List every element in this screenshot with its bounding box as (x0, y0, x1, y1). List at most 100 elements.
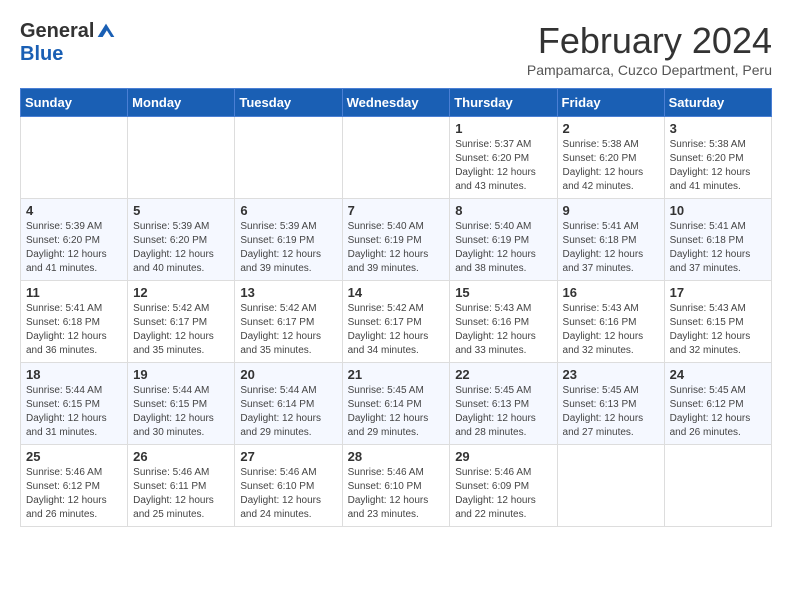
calendar-cell: 5 Sunrise: 5:39 AM Sunset: 6:20 PM Daylig… (128, 199, 235, 281)
day-info: Sunrise: 5:39 AM Sunset: 6:20 PM Dayligh… (133, 220, 229, 276)
calendar-cell: 3 Sunrise: 5:38 AM Sunset: 6:20 PM Daylig… (664, 117, 771, 199)
day-number: 25 (26, 449, 122, 464)
calendar-cell: 14 Sunrise: 5:42 AM Sunset: 6:17 PM Dayli… (342, 281, 450, 363)
day-info: Sunrise: 5:41 AM Sunset: 6:18 PM Dayligh… (26, 302, 122, 358)
calendar-cell (21, 117, 128, 199)
calendar-cell: 7Sunrise: 5:40 AM Sunset: 6:19 PM Daylig… (342, 199, 450, 281)
day-info: Sunrise: 5:41 AM Sunset: 6:18 PM Dayligh… (563, 220, 659, 276)
day-info: Sunrise: 5:43 AM Sunset: 6:16 PM Dayligh… (563, 302, 659, 358)
day-number: 17 (670, 285, 766, 300)
day-info: Sunrise: 5:45 AM Sunset: 6:14 PM Dayligh… (348, 384, 445, 440)
day-number: 21 (348, 367, 445, 382)
calendar-cell: 22Sunrise: 5:45 AM Sunset: 6:13 PM Dayli… (450, 363, 557, 445)
day-info: Sunrise: 5:38 AM Sunset: 6:20 PM Dayligh… (670, 138, 766, 194)
calendar-cell: 28 Sunrise: 5:46 AM Sunset: 6:10 PM Dayli… (342, 445, 450, 527)
day-info: Sunrise: 5:43 AM Sunset: 6:16 PM Dayligh… (455, 302, 551, 358)
day-number: 18 (26, 367, 122, 382)
day-number: 14 (348, 285, 445, 300)
day-number: 19 (133, 367, 229, 382)
calendar-cell: 12Sunrise: 5:42 AM Sunset: 6:17 PM Dayli… (128, 281, 235, 363)
day-info: Sunrise: 5:42 AM Sunset: 6:17 PM Dayligh… (240, 302, 336, 358)
weekday-header-friday: Friday (557, 89, 664, 117)
calendar-cell: 21 Sunrise: 5:45 AM Sunset: 6:14 PM Dayli… (342, 363, 450, 445)
calendar-cell: 19 Sunrise: 5:44 AM Sunset: 6:15 PM Dayli… (128, 363, 235, 445)
page-header: General Blue February 2024 Pampamarca, C… (20, 20, 772, 78)
calendar-week-3: 11 Sunrise: 5:41 AM Sunset: 6:18 PM Dayli… (21, 281, 772, 363)
day-number: 13 (240, 285, 336, 300)
day-info: Sunrise: 5:41 AM Sunset: 6:18 PM Dayligh… (670, 220, 766, 276)
weekday-header-sunday: Sunday (21, 89, 128, 117)
day-number: 2 (563, 121, 659, 136)
day-info: Sunrise: 5:44 AM Sunset: 6:15 PM Dayligh… (26, 384, 122, 440)
day-info: Sunrise: 5:38 AM Sunset: 6:20 PM Dayligh… (563, 138, 659, 194)
calendar-cell: 2 Sunrise: 5:38 AM Sunset: 6:20 PM Daylig… (557, 117, 664, 199)
month-title: February 2024 (527, 20, 772, 62)
weekday-header-monday: Monday (128, 89, 235, 117)
calendar-cell: 26 Sunrise: 5:46 AM Sunset: 6:11 PM Dayli… (128, 445, 235, 527)
day-info: Sunrise: 5:46 AM Sunset: 6:10 PM Dayligh… (240, 466, 336, 522)
calendar-cell: 6 Sunrise: 5:39 AM Sunset: 6:19 PM Daylig… (235, 199, 342, 281)
calendar-cell: 27Sunrise: 5:46 AM Sunset: 6:10 PM Dayli… (235, 445, 342, 527)
calendar-cell: 10Sunrise: 5:41 AM Sunset: 6:18 PM Dayli… (664, 199, 771, 281)
calendar-cell: 16 Sunrise: 5:43 AM Sunset: 6:16 PM Dayli… (557, 281, 664, 363)
day-info: Sunrise: 5:46 AM Sunset: 6:09 PM Dayligh… (455, 466, 551, 522)
day-number: 5 (133, 203, 229, 218)
location: Pampamarca, Cuzco Department, Peru (527, 62, 772, 78)
logo-general: General (20, 20, 94, 43)
day-info: Sunrise: 5:45 AM Sunset: 6:13 PM Dayligh… (563, 384, 659, 440)
day-info: Sunrise: 5:43 AM Sunset: 6:15 PM Dayligh… (670, 302, 766, 358)
calendar-cell: 11 Sunrise: 5:41 AM Sunset: 6:18 PM Dayli… (21, 281, 128, 363)
day-info: Sunrise: 5:44 AM Sunset: 6:14 PM Dayligh… (240, 384, 336, 440)
calendar-cell (128, 117, 235, 199)
day-number: 26 (133, 449, 229, 464)
weekday-header-row: SundayMondayTuesdayWednesdayThursdayFrid… (21, 89, 772, 117)
weekday-header-wednesday: Wednesday (342, 89, 450, 117)
day-number: 29 (455, 449, 551, 464)
calendar-cell: 4 Sunrise: 5:39 AM Sunset: 6:20 PM Daylig… (21, 199, 128, 281)
calendar-cell: 25 Sunrise: 5:46 AM Sunset: 6:12 PM Dayli… (21, 445, 128, 527)
calendar-cell (342, 117, 450, 199)
day-info: Sunrise: 5:44 AM Sunset: 6:15 PM Dayligh… (133, 384, 229, 440)
calendar-cell (557, 445, 664, 527)
calendar-week-4: 18 Sunrise: 5:44 AM Sunset: 6:15 PM Dayli… (21, 363, 772, 445)
weekday-header-saturday: Saturday (664, 89, 771, 117)
day-number: 4 (26, 203, 122, 218)
calendar-cell: 18 Sunrise: 5:44 AM Sunset: 6:15 PM Dayli… (21, 363, 128, 445)
day-number: 8 (455, 203, 551, 218)
calendar-cell: 24 Sunrise: 5:45 AM Sunset: 6:12 PM Dayli… (664, 363, 771, 445)
calendar-cell (235, 117, 342, 199)
day-info: Sunrise: 5:46 AM Sunset: 6:12 PM Dayligh… (26, 466, 122, 522)
day-info: Sunrise: 5:42 AM Sunset: 6:17 PM Dayligh… (133, 302, 229, 358)
day-number: 9 (563, 203, 659, 218)
day-number: 3 (670, 121, 766, 136)
day-number: 24 (670, 367, 766, 382)
calendar-week-5: 25 Sunrise: 5:46 AM Sunset: 6:12 PM Dayli… (21, 445, 772, 527)
day-number: 1 (455, 121, 551, 136)
day-number: 6 (240, 203, 336, 218)
day-number: 11 (26, 285, 122, 300)
day-info: Sunrise: 5:39 AM Sunset: 6:20 PM Dayligh… (26, 220, 122, 276)
calendar-cell: 23 Sunrise: 5:45 AM Sunset: 6:13 PM Dayli… (557, 363, 664, 445)
calendar-cell: 15 Sunrise: 5:43 AM Sunset: 6:16 PM Dayli… (450, 281, 557, 363)
calendar-cell: 17 Sunrise: 5:43 AM Sunset: 6:15 PM Dayli… (664, 281, 771, 363)
day-number: 15 (455, 285, 551, 300)
logo-blue: Blue (20, 43, 63, 66)
day-number: 23 (563, 367, 659, 382)
calendar-cell: 8Sunrise: 5:40 AM Sunset: 6:19 PM Daylig… (450, 199, 557, 281)
day-info: Sunrise: 5:46 AM Sunset: 6:11 PM Dayligh… (133, 466, 229, 522)
day-number: 28 (348, 449, 445, 464)
day-info: Sunrise: 5:45 AM Sunset: 6:12 PM Dayligh… (670, 384, 766, 440)
logo: General Blue (20, 20, 116, 66)
calendar-table: SundayMondayTuesdayWednesdayThursdayFrid… (20, 88, 772, 527)
calendar-cell: 29 Sunrise: 5:46 AM Sunset: 6:09 PM Dayli… (450, 445, 557, 527)
day-info: Sunrise: 5:40 AM Sunset: 6:19 PM Dayligh… (348, 220, 445, 276)
calendar-cell: 9 Sunrise: 5:41 AM Sunset: 6:18 PM Daylig… (557, 199, 664, 281)
day-info: Sunrise: 5:42 AM Sunset: 6:17 PM Dayligh… (348, 302, 445, 358)
calendar-week-1: 1Sunrise: 5:37 AM Sunset: 6:20 PM Daylig… (21, 117, 772, 199)
calendar-cell: 1Sunrise: 5:37 AM Sunset: 6:20 PM Daylig… (450, 117, 557, 199)
day-info: Sunrise: 5:46 AM Sunset: 6:10 PM Dayligh… (348, 466, 445, 522)
logo-icon (96, 22, 116, 42)
day-number: 16 (563, 285, 659, 300)
day-info: Sunrise: 5:39 AM Sunset: 6:19 PM Dayligh… (240, 220, 336, 276)
weekday-header-tuesday: Tuesday (235, 89, 342, 117)
